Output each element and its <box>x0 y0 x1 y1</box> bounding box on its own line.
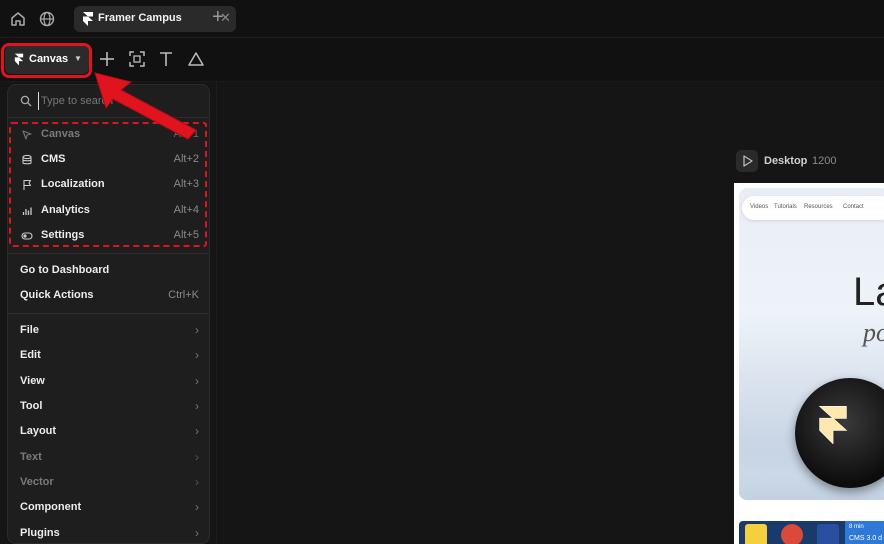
menu-item-label: Text <box>20 451 42 463</box>
preview-play-button[interactable] <box>736 150 758 172</box>
nav-link-resources[interactable]: Resources <box>804 204 833 210</box>
menu-divider <box>8 313 209 314</box>
canvas-button-highlight <box>1 43 92 78</box>
menu-item-text: Text › <box>8 445 209 470</box>
nav-link-tutorials[interactable]: Tutorials <box>774 204 797 210</box>
menu-item-file[interactable]: File › <box>8 318 209 343</box>
menu-item-label: Edit <box>20 349 41 361</box>
chevron-right-icon: › <box>195 526 199 540</box>
new-tab-button[interactable]: + <box>212 6 224 28</box>
tab-title: Framer Campus <box>98 12 182 24</box>
menu-item-label: Quick Actions <box>20 289 94 301</box>
menu-item-tool[interactable]: Tool › <box>8 394 209 419</box>
text-tool-icon[interactable] <box>157 50 175 68</box>
chevron-right-icon: › <box>195 323 199 337</box>
thumbnail-image <box>781 524 803 544</box>
vector-tool-icon[interactable] <box>187 50 205 68</box>
menu-item-plugins[interactable]: Plugins › <box>8 521 209 543</box>
site-nav: Videos Tutorials Resources Contact <box>742 196 884 220</box>
video-strip[interactable]: 8 min CMS 3.0 d <box>739 521 884 544</box>
frame-label[interactable]: Desktop 1200 <box>736 150 884 174</box>
chevron-right-icon: › <box>195 500 199 514</box>
chevron-right-icon: › <box>195 348 199 362</box>
hero-subtitle: po <box>863 318 884 347</box>
menu-divider <box>8 117 209 118</box>
frame-name: Desktop <box>764 155 808 167</box>
menu-item-label: Go to Dashboard <box>20 264 110 276</box>
hero-title: La <box>853 270 884 314</box>
menu-item-component[interactable]: Component › <box>8 495 209 520</box>
thumbnail-image <box>817 524 839 544</box>
nav-link-contact[interactable]: Contact <box>843 204 864 210</box>
nav-link-videos[interactable]: Videos <box>750 204 768 210</box>
video-title: CMS 3.0 d <box>849 535 883 542</box>
menu-item-label: View <box>20 375 45 387</box>
home-icon[interactable] <box>9 10 27 28</box>
modes-highlight-box <box>9 122 207 247</box>
menu-item-label: Layout <box>20 425 57 437</box>
thumbnail-image <box>745 524 767 544</box>
menu-item-layout[interactable]: Layout › <box>8 419 209 444</box>
play-icon <box>743 155 753 167</box>
framer-toolbar: Canvas ▼ <box>0 38 884 82</box>
globe-icon[interactable] <box>38 10 56 28</box>
menu-search-input[interactable] <box>38 92 198 110</box>
insert-plus-icon[interactable] <box>98 50 116 68</box>
video-info-panel: 8 min CMS 3.0 d <box>845 521 884 544</box>
menu-item-label: Tool <box>20 400 43 412</box>
menu-divider <box>8 253 209 254</box>
menu-item-shortcut: Ctrl+K <box>168 289 199 301</box>
hero-section: Videos Tutorials Resources Contact La po <box>739 188 884 500</box>
browser-tab-bar: Framer Campus ✕ + <box>0 0 884 38</box>
chevron-right-icon: › <box>195 374 199 388</box>
menu-item-label: File <box>20 324 39 336</box>
menu-item-go-to-dashboard[interactable]: Go to Dashboard <box>8 258 209 283</box>
search-icon <box>20 95 32 107</box>
menu-item-vector: Vector › <box>8 470 209 495</box>
menu-item-view[interactable]: View › <box>8 369 209 394</box>
chevron-right-icon: › <box>195 450 199 464</box>
framer-logo-icon <box>818 406 848 444</box>
menu-item-label: Component <box>20 501 82 513</box>
menu-item-label: Plugins <box>20 527 60 539</box>
panel-divider <box>216 82 217 544</box>
desktop-frame[interactable]: Videos Tutorials Resources Contact La po… <box>734 183 884 544</box>
menu-item-edit[interactable]: Edit › <box>8 343 209 368</box>
framer-logo-icon <box>83 12 93 26</box>
chevron-right-icon: › <box>195 424 199 438</box>
chevron-right-icon: › <box>195 475 199 489</box>
chevron-right-icon: › <box>195 399 199 413</box>
menu-item-label: Vector <box>20 476 54 488</box>
framer-app: Framer Campus ✕ + Canvas ▼ Desktop 1200 … <box>0 0 884 544</box>
frame-width: 1200 <box>812 155 837 167</box>
video-duration: 8 min <box>849 524 864 530</box>
menu-item-quick-actions[interactable]: Quick Actions Ctrl+K <box>8 283 209 308</box>
frame-tool-icon[interactable] <box>128 50 146 68</box>
